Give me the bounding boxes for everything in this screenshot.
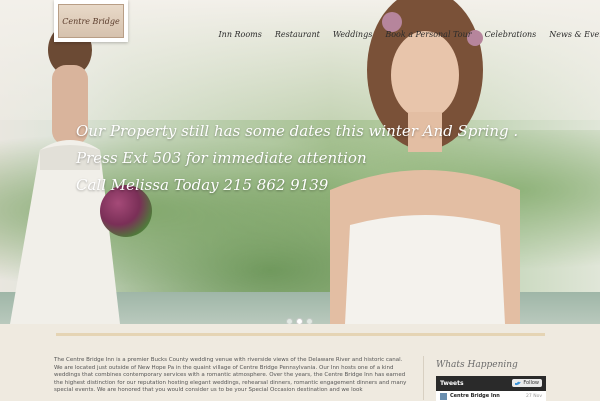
twitter-widget: Tweets Follow Centre Bridge Inn 27 Nov — [436, 376, 546, 401]
caption-line-2: Press Ext 503 for immediate attention — [76, 149, 367, 167]
main-nav: Inn Rooms Restaurant Weddings Book a Per… — [212, 30, 600, 39]
tweet-author[interactable]: Centre Bridge Inn — [450, 393, 500, 399]
nav-book-tour[interactable]: Book a Personal Tour — [379, 30, 478, 39]
logo-text: Centre Bridge — [62, 16, 120, 26]
sidebar-heading: Whats Happening — [436, 360, 518, 370]
caption-line-1: Our Property still has some dates this w… — [76, 122, 519, 140]
logo-badge: Centre Bridge — [58, 4, 124, 38]
slider-dots — [286, 318, 313, 324]
hero-slider: Our Property still has some dates this w… — [0, 0, 600, 324]
tweet-avatar — [440, 392, 447, 400]
twitter-bird-icon — [515, 381, 522, 385]
slide-caption: Our Property still has some dates this w… — [76, 118, 519, 199]
nav-news-events[interactable]: News & Events — [543, 30, 600, 39]
intro-paragraph: The Centre Bridge Inn is a premier Bucks… — [54, 357, 407, 393]
tweets-title: Tweets — [440, 379, 464, 387]
sidebar-divider — [423, 356, 424, 400]
slider-dot-1[interactable] — [286, 318, 293, 324]
logo[interactable]: Centre Bridge — [54, 0, 128, 42]
slider-dot-3[interactable] — [306, 318, 313, 324]
content-divider — [56, 333, 545, 336]
follow-button[interactable]: Follow — [512, 379, 542, 387]
twitter-widget-header: Tweets Follow — [436, 376, 546, 390]
slider-dot-2[interactable] — [296, 318, 303, 324]
nav-inn-rooms[interactable]: Inn Rooms — [212, 30, 268, 39]
sidebar: Whats Happening — [436, 360, 546, 370]
nav-weddings[interactable]: Weddings — [326, 30, 378, 39]
tweet-date[interactable]: 27 Nov — [526, 394, 542, 399]
nav-restaurant[interactable]: Restaurant — [268, 30, 326, 39]
follow-label: Follow — [523, 380, 539, 386]
caption-line-3: Call Melissa Today 215 862 9139 — [76, 176, 329, 194]
nav-celebrations[interactable]: Celebrations — [478, 30, 543, 39]
